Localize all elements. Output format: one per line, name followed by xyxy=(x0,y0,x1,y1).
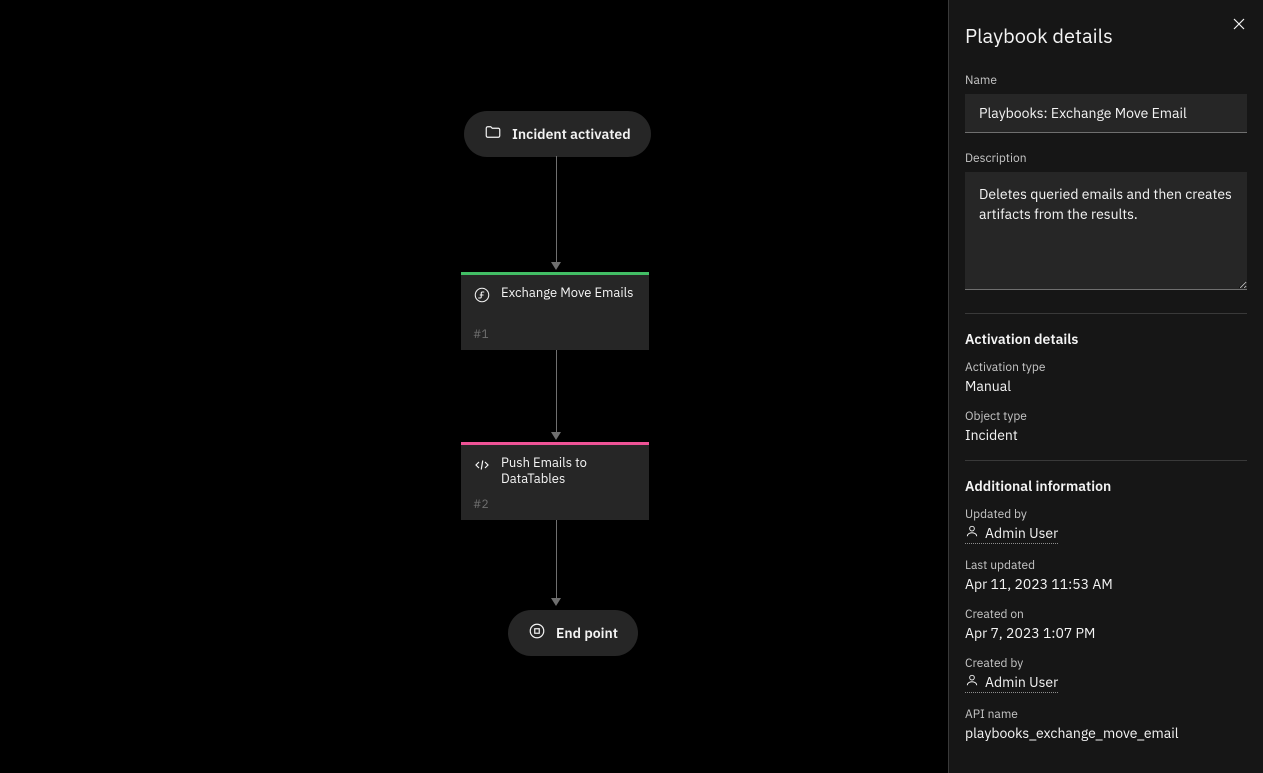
user-icon xyxy=(965,673,979,691)
api-name-value: playbooks_exchange_move_email xyxy=(965,724,1247,742)
created-on-value: Apr 7, 2023 1:07 PM xyxy=(965,624,1247,642)
node-title: Exchange Move Emails xyxy=(501,285,633,321)
created-by-value: Admin User xyxy=(985,673,1058,691)
description-label: Description xyxy=(965,151,1247,166)
playbook-canvas[interactable]: Incident activated Exchange Move Emails … xyxy=(0,0,948,773)
updated-by-value: Admin User xyxy=(985,524,1058,542)
panel-title: Playbook details xyxy=(965,22,1113,49)
app-root: Incident activated Exchange Move Emails … xyxy=(0,0,1263,773)
divider xyxy=(965,313,1247,314)
activation-heading: Activation details xyxy=(965,330,1247,348)
updated-by-label: Updated by xyxy=(965,507,1247,522)
close-icon xyxy=(1231,16,1247,35)
connector-line xyxy=(556,350,557,432)
start-node[interactable]: Incident activated xyxy=(464,111,651,157)
object-type-label: Object type xyxy=(965,409,1247,424)
arrowhead-icon xyxy=(551,598,561,606)
divider xyxy=(965,460,1247,461)
node-exchange-move-emails[interactable]: Exchange Move Emails #1 xyxy=(461,272,649,350)
api-name-label: API name xyxy=(965,707,1247,722)
activation-type-value: Manual xyxy=(965,377,1247,395)
created-by-user-link[interactable]: Admin User xyxy=(965,673,1058,693)
description-input[interactable] xyxy=(965,172,1247,290)
created-on-label: Created on xyxy=(965,607,1247,622)
additional-heading: Additional information xyxy=(965,477,1247,495)
created-by-label: Created by xyxy=(965,656,1247,671)
connector-line xyxy=(556,520,557,598)
object-type-value: Incident xyxy=(965,426,1247,444)
node-title: Push Emails to DataTables xyxy=(501,455,637,491)
arrowhead-icon xyxy=(551,262,561,270)
details-panel: Playbook details Name Description Activa… xyxy=(948,0,1263,773)
node-id: #2 xyxy=(461,497,649,520)
close-button[interactable] xyxy=(1227,12,1251,39)
user-icon xyxy=(965,524,979,542)
connector-line xyxy=(556,156,557,262)
function-icon xyxy=(473,285,491,321)
stop-icon xyxy=(528,622,546,644)
end-node-label: End point xyxy=(556,624,618,642)
start-node-label: Incident activated xyxy=(512,125,631,143)
updated-by-user-link[interactable]: Admin User xyxy=(965,524,1058,544)
node-id: #1 xyxy=(461,327,649,350)
node-push-emails-to-datatables[interactable]: Push Emails to DataTables #2 xyxy=(461,442,649,520)
last-updated-label: Last updated xyxy=(965,558,1247,573)
last-updated-value: Apr 11, 2023 11:53 AM xyxy=(965,575,1247,593)
arrowhead-icon xyxy=(551,432,561,440)
name-input[interactable] xyxy=(965,94,1247,133)
name-label: Name xyxy=(965,73,1247,88)
end-node[interactable]: End point xyxy=(508,610,638,656)
activation-type-label: Activation type xyxy=(965,360,1247,375)
folder-icon xyxy=(484,123,502,145)
code-icon xyxy=(473,455,491,491)
